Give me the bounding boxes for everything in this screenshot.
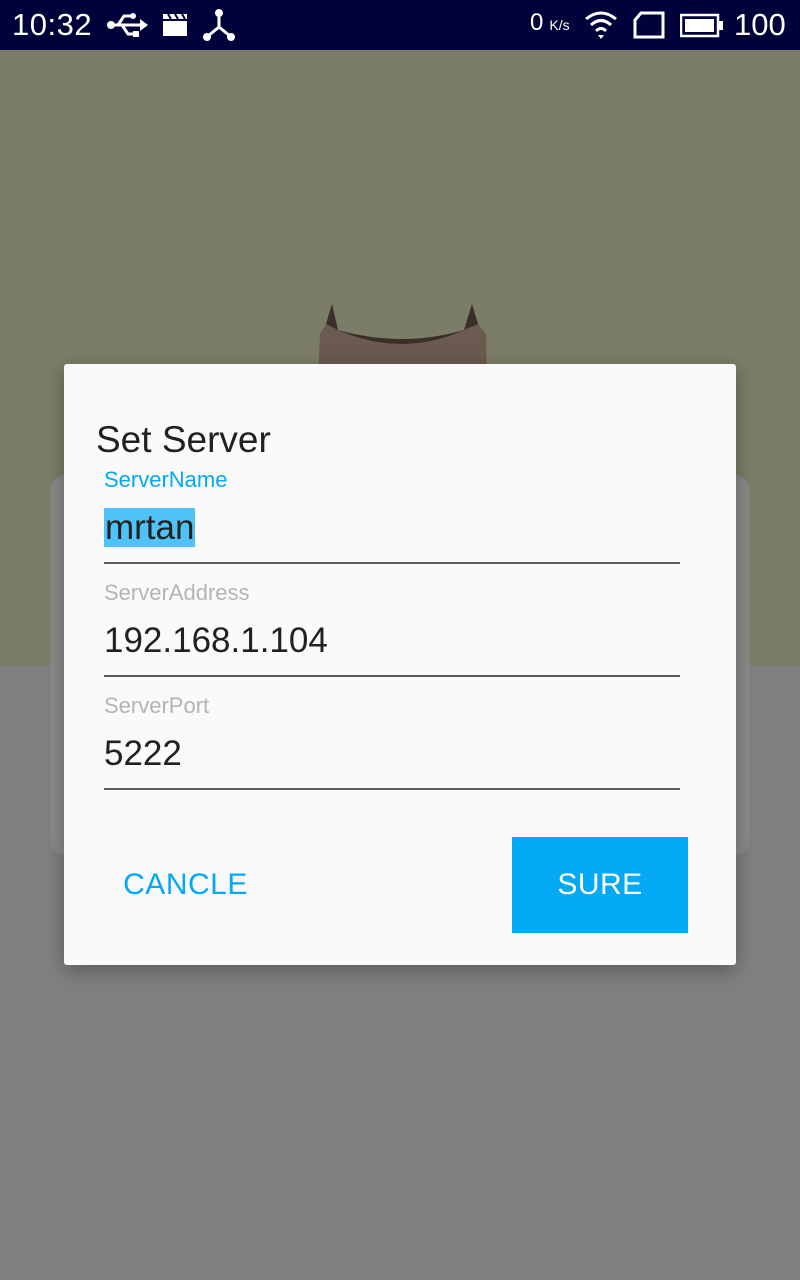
clapperboard-icon	[162, 8, 188, 42]
share-icon	[203, 8, 235, 42]
cancel-button[interactable]: CANCLE	[108, 837, 263, 933]
dialog-title: Set Server	[96, 419, 271, 460]
server-port-label: ServerPort	[104, 693, 210, 718]
screen: 10:32 0 K/s 100 Set Server ServerName mr…	[0, 0, 800, 1280]
network-speed: 0 K/s	[530, 8, 570, 38]
sure-button[interactable]: SURE	[512, 837, 688, 933]
status-bar: 10:32 0 K/s 100	[0, 0, 800, 50]
server-name-value[interactable]: mrtan	[104, 508, 196, 547]
wifi-icon	[584, 8, 618, 42]
server-name-label: ServerName	[104, 467, 228, 492]
sim-icon	[632, 8, 666, 42]
battery-level: 100	[734, 7, 786, 42]
network-speed-unit: K/s	[549, 17, 570, 33]
server-port-underline	[104, 788, 680, 790]
set-server-dialog: Set Server ServerName mrtan ServerAddres…	[64, 364, 736, 965]
server-name-underline	[104, 562, 680, 564]
battery-icon	[680, 8, 724, 42]
status-time: 10:32	[12, 7, 93, 42]
usb-icon	[106, 8, 148, 42]
server-address-input[interactable]: 192.168.1.104	[104, 617, 680, 665]
server-port-input[interactable]: 5222	[104, 730, 680, 778]
server-address-label: ServerAddress	[104, 580, 250, 605]
network-speed-value: 0	[530, 9, 544, 36]
server-address-underline	[104, 675, 680, 677]
server-name-input[interactable]: mrtan	[104, 504, 680, 552]
